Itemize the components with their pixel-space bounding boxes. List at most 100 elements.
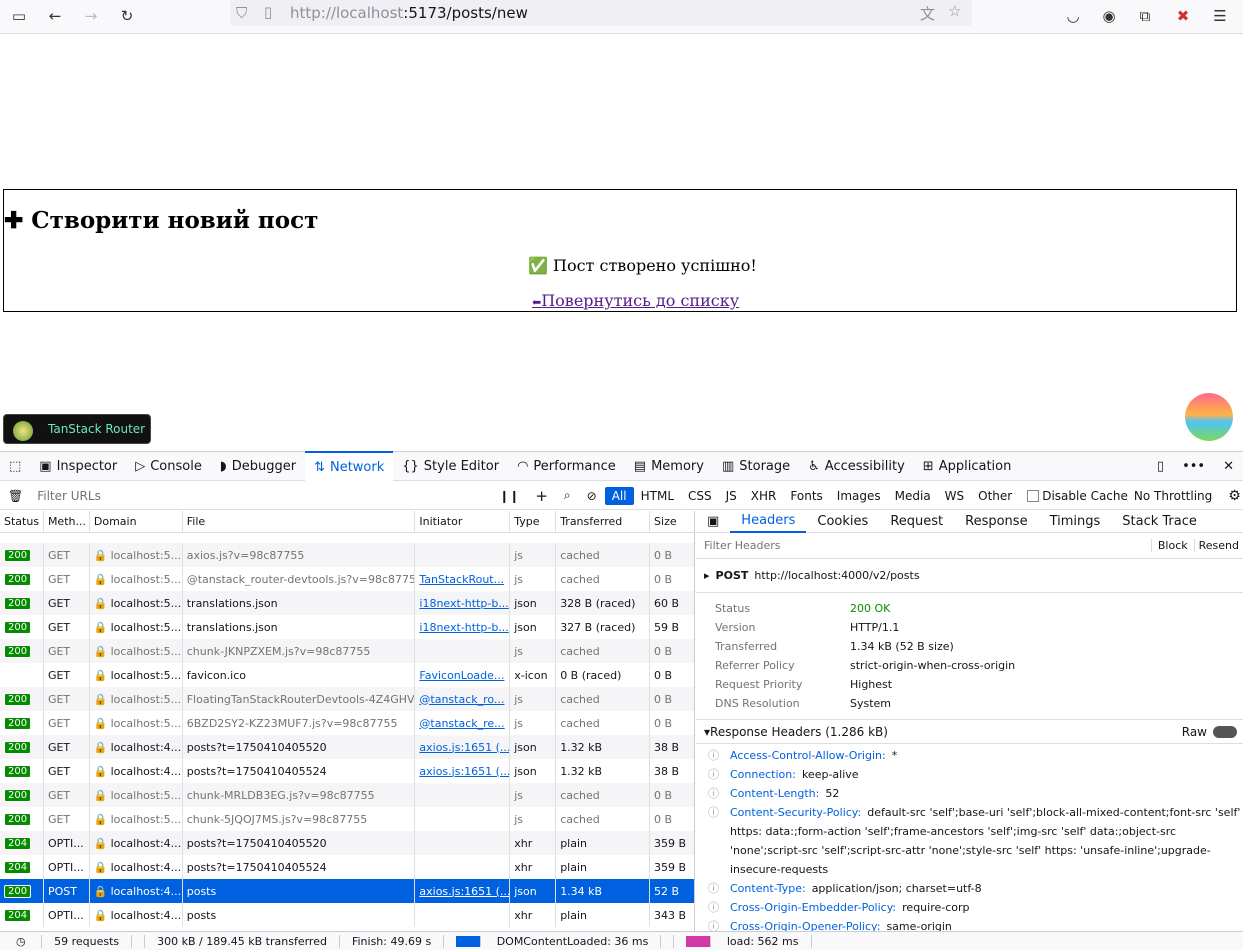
toggle-sidebar-icon[interactable]: ▣: [696, 511, 730, 533]
table-row[interactable]: 200 GET 🔒 localhost:5... chunk-JKNPZXEM.js?v…: [0, 639, 694, 663]
table-row[interactable]: 204 OPTI... 🔒 localhost:4... posts?t=1750410…: [0, 831, 694, 855]
tab-response[interactable]: Response: [954, 511, 1038, 533]
col-method[interactable]: Meth...: [44, 511, 90, 532]
help-icon[interactable]: ⓘ: [708, 746, 730, 765]
initiator-link[interactable]: axios.js:1651 (...: [419, 885, 509, 898]
tab-timings[interactable]: Timings: [1039, 511, 1112, 533]
col-file[interactable]: File: [183, 511, 416, 532]
sidebar-icon[interactable]: ▭: [6, 3, 32, 29]
col-type[interactable]: Type: [510, 511, 557, 532]
filter-images[interactable]: Images: [830, 487, 888, 505]
response-headers-title[interactable]: ▾ Response Headers (1.286 kB) Raw: [696, 720, 1243, 744]
help-icon[interactable]: ⓘ: [708, 898, 730, 917]
request-line[interactable]: ▸ POST http://localhost:4000/v2/posts: [696, 559, 1243, 593]
table-row[interactable]: 200 GET 🔒 localhost:4... posts?t=17504104055…: [0, 759, 694, 783]
tab-accessibility[interactable]: ♿ Accessibility: [799, 451, 914, 481]
table-row[interactable]: 200 GET 🔒 localhost:5... chunk-MRLDB3EG.js?v…: [0, 783, 694, 807]
filter-media[interactable]: Media: [888, 487, 938, 505]
resend-button[interactable]: Resend: [1193, 539, 1243, 552]
tab-cookies[interactable]: Cookies: [806, 511, 879, 533]
disable-cache-checkbox[interactable]: Disable Cache: [1019, 489, 1128, 503]
initiator-link[interactable]: @tanstack_ro...: [419, 693, 504, 706]
filter-all[interactable]: All: [604, 486, 634, 505]
filter-xhr[interactable]: XHR: [744, 487, 784, 505]
help-icon[interactable]: ⓘ: [708, 765, 730, 784]
reload-icon[interactable]: ↻: [114, 3, 140, 29]
table-row[interactable]: 200 POST 🔒 localhost:4... posts axios.js:1651…: [0, 879, 694, 903]
close-devtools-icon[interactable]: ✕: [1214, 451, 1243, 481]
bookmark-star-icon[interactable]: ☆: [948, 2, 961, 20]
tab-network[interactable]: ⇅ Network: [305, 451, 394, 481]
initiator-link[interactable]: FaviconLoade...: [419, 669, 504, 682]
table-row[interactable]: 200 GET 🔒 localhost:5... @tanstack_router-de…: [0, 567, 694, 591]
trash-icon[interactable]: 🗑: [0, 489, 31, 503]
account-icon[interactable]: ◉: [1096, 3, 1122, 29]
table-row[interactable]: GET 🔒 localhost:5... favicon.ico FaviconLoad…: [0, 663, 694, 687]
initiator-link[interactable]: i18next-http-b...: [419, 597, 508, 610]
settings-gear-icon[interactable]: ⚙: [1212, 488, 1241, 504]
help-icon[interactable]: ⓘ: [708, 879, 730, 898]
col-status[interactable]: Status: [0, 511, 44, 532]
initiator-link[interactable]: axios.js:1651 (...: [419, 765, 509, 778]
tab-request[interactable]: Request: [879, 511, 954, 533]
block-icon[interactable]: ⊘: [579, 489, 605, 503]
initiator-link[interactable]: TanStackRout...: [419, 573, 504, 586]
throttling-select[interactable]: No Throttling: [1128, 489, 1212, 503]
help-icon[interactable]: ⓘ: [708, 803, 730, 879]
tab-application[interactable]: ⊞ Application: [914, 451, 1021, 481]
url-bar[interactable]: ⛉ ▯ http://localhost:5173/posts/new 文 ☆: [230, 0, 972, 26]
tab-inspector[interactable]: ▣ Inspector: [30, 451, 126, 481]
filter-other[interactable]: Other: [971, 487, 1019, 505]
filter-js[interactable]: JS: [719, 487, 744, 505]
col-domain[interactable]: Domain: [90, 511, 183, 532]
tab-headers[interactable]: Headers: [730, 511, 807, 533]
table-row[interactable]: 200 GET 🔒 localhost:5... chunk-5JQOJ7MS.js?v…: [0, 807, 694, 831]
table-row[interactable]: 204 OPTI... 🔒 localhost:4... posts xhr plain 34…: [0, 903, 694, 927]
col-size[interactable]: Size: [650, 511, 694, 532]
help-icon[interactable]: ⓘ: [708, 784, 730, 803]
filter-html[interactable]: HTML: [634, 487, 681, 505]
tab-debugger[interactable]: ◗ Debugger: [211, 451, 305, 481]
initiator-link[interactable]: i18next-http-b...: [419, 621, 508, 634]
raw-toggle[interactable]: [1213, 725, 1237, 738]
search-icon[interactable]: ⌕: [556, 488, 579, 503]
checkbox-box[interactable]: [1027, 489, 1040, 502]
col-transferred[interactable]: Transferred: [556, 511, 651, 532]
tab-stack-trace[interactable]: Stack Trace: [1111, 511, 1208, 533]
back-link-text[interactable]: Повернутись до списку: [541, 291, 739, 310]
tab-console[interactable]: ▷ Console: [126, 451, 211, 481]
filter-css[interactable]: CSS: [681, 487, 719, 505]
initiator-link[interactable]: @tanstack_re...: [419, 717, 504, 730]
filter-urls-input[interactable]: Filter URLs: [31, 489, 491, 503]
forward-arrow-icon[interactable]: →: [78, 3, 104, 29]
filter-headers-input[interactable]: Filter Headers: [704, 539, 1151, 552]
pause-icon[interactable]: ❙❙: [491, 489, 527, 503]
block-button[interactable]: Block: [1150, 539, 1194, 552]
table-row[interactable]: 200 GET 🔒 localhost:5... translations.json i1…: [0, 591, 694, 615]
tab-performance[interactable]: ◠ Performance: [508, 451, 625, 481]
filter-fonts[interactable]: Fonts: [783, 487, 829, 505]
help-icon[interactable]: ⓘ: [708, 917, 730, 931]
picker-icon[interactable]: ⬚: [0, 451, 30, 481]
extensions-icon[interactable]: ⧉: [1132, 3, 1158, 29]
table-row[interactable]: 200 GET 🔒 localhost:5... FloatingTanStackRou…: [0, 687, 694, 711]
col-initiator[interactable]: Initiator: [415, 511, 511, 532]
tab-storage[interactable]: ▥ Storage: [713, 451, 799, 481]
table-row[interactable]: 204 OPTI... 🔒 localhost:4... posts?t=1750410…: [0, 855, 694, 879]
back-arrow-icon[interactable]: ←: [42, 3, 68, 29]
table-row[interactable]: 200 GET 🔒 localhost:5... translations.json i1…: [0, 615, 694, 639]
addon-icon[interactable]: ✖: [1170, 3, 1196, 29]
dock-icon[interactable]: ▯: [1148, 451, 1173, 481]
tab-style-editor[interactable]: {} Style Editor: [393, 451, 508, 481]
table-row[interactable]: 200 GET 🔒 localhost:4... posts?t=17504104055…: [0, 735, 694, 759]
more-options-icon[interactable]: •••: [1173, 451, 1214, 481]
table-row[interactable]: 200 GET 🔒 localhost:5... axios.js?v=98c87755…: [0, 543, 694, 567]
initiator-link[interactable]: axios.js:1651 (...: [419, 741, 509, 754]
filter-ws[interactable]: WS: [938, 487, 971, 505]
menu-icon[interactable]: ☰: [1207, 3, 1233, 29]
add-icon[interactable]: +: [527, 487, 556, 505]
table-row[interactable]: 200 GET 🔒 localhost:5... 6BZD2SY2-KZ23MUF7.j…: [0, 711, 694, 735]
floating-devtools-orb[interactable]: [1185, 393, 1233, 441]
tanstack-router-devtools-button[interactable]: TanStack Router: [3, 414, 151, 444]
pocket-icon[interactable]: ◡: [1060, 3, 1086, 29]
